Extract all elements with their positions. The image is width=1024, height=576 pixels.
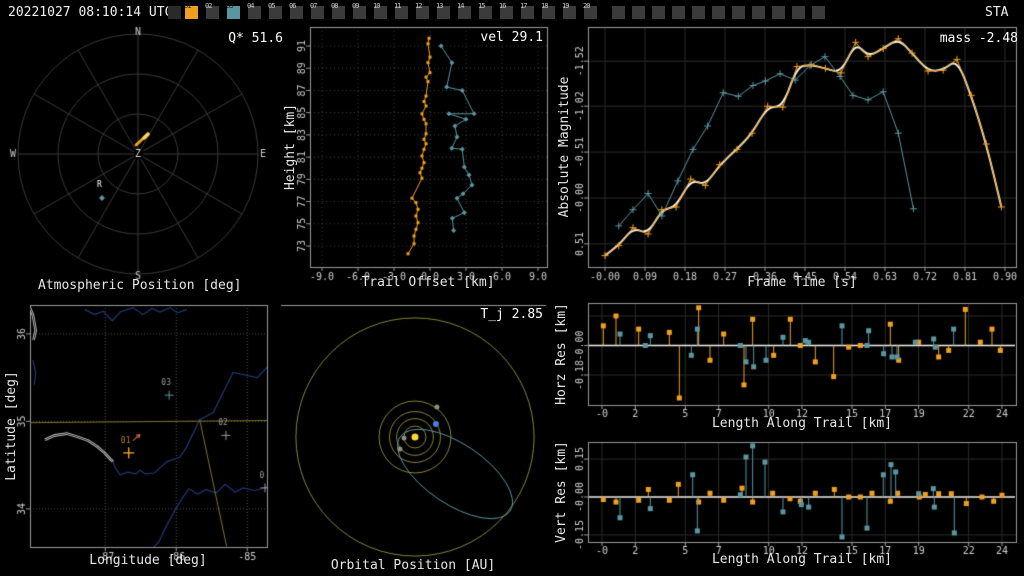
frame-box-extra-2[interactable] [632, 6, 645, 19]
frame-box-extra-4[interactable] [672, 6, 685, 19]
frame-box-number: 18 [541, 2, 549, 10]
frame-box-06[interactable]: 06 [289, 2, 303, 19]
app-screen: 20221027 08:10:14 UTC 01 02 03 04 05 06 07 08 09… [0, 0, 1024, 576]
frame-box-number: 03 [226, 2, 234, 10]
frame-box-14[interactable]: 14 [457, 2, 471, 19]
frame-box-extra-9[interactable] [772, 6, 785, 19]
frame-box-18[interactable]: 18 [541, 2, 555, 19]
frame-box-17[interactable]: 17 [520, 2, 534, 19]
panel-absolute-magnitude [552, 25, 1024, 297]
frame-box-number: 11 [394, 2, 402, 10]
frame-box-number: 09 [352, 2, 360, 10]
frame-box-number: 12 [415, 2, 423, 10]
frame-box-02[interactable]: 02 [205, 2, 219, 19]
frame-box-number: 16 [499, 2, 507, 10]
frame-box-15[interactable]: 15 [478, 2, 492, 19]
frame-box-extra-8[interactable] [752, 6, 765, 19]
frame-box-16[interactable]: 16 [499, 2, 513, 19]
frame-box-number: 02 [205, 2, 213, 10]
frame-box-number: 06 [289, 2, 297, 10]
frame-box-13[interactable]: 13 [436, 2, 450, 19]
panel-vert-residuals [552, 432, 1024, 576]
frame-box-extra-7[interactable] [732, 6, 745, 19]
frame-box-01[interactable]: 01 [184, 2, 198, 19]
frame-box-number: 17 [520, 2, 528, 10]
frame-box-extra-6[interactable] [712, 6, 725, 19]
frame-box-05[interactable]: 05 [268, 2, 282, 19]
frame-box-number: 14 [457, 2, 465, 10]
frame-box-number: 15 [478, 2, 486, 10]
panel-horz-residuals [552, 297, 1024, 429]
frame-box-number: 01 [184, 2, 192, 10]
frame-box-extra-10[interactable] [792, 6, 805, 19]
frame-box-number: 19 [562, 2, 570, 10]
panel-atmospheric-position [0, 25, 284, 297]
panel-ground-map [0, 297, 280, 576]
timestamp: 20221027 08:10:14 UTC [8, 5, 173, 20]
frame-box-04[interactable]: 04 [247, 2, 261, 19]
frame-box-09[interactable]: 09 [352, 2, 366, 19]
top-bar: 20221027 08:10:14 UTC 01 02 03 04 05 06 07 08 09… [0, 0, 1024, 25]
frame-box-extra-3[interactable] [652, 6, 665, 19]
frame-box-08[interactable]: 08 [331, 2, 345, 19]
frame-box-number: 08 [331, 2, 339, 10]
frame-box-number: 04 [247, 2, 255, 10]
frame-box-number: 13 [436, 2, 444, 10]
frame-box-10[interactable]: 10 [373, 2, 387, 19]
frame-box-extra-5[interactable] [692, 6, 705, 19]
frame-box-11[interactable]: 11 [394, 2, 408, 19]
frame-box-03[interactable]: 03 [226, 2, 240, 19]
frame-box-extra-1[interactable] [612, 6, 625, 19]
frame-box-12[interactable]: 12 [415, 2, 429, 19]
panel-trail-offset [281, 25, 547, 297]
frame-box-number: 07 [310, 2, 318, 10]
frame-box-07[interactable]: 07 [310, 2, 324, 19]
frame-box-19[interactable]: 19 [562, 2, 576, 19]
frame-box-20[interactable]: 20 [583, 2, 597, 19]
station-label: STA [985, 5, 1009, 20]
frame-box-number: 10 [373, 2, 381, 10]
frame-box-extra-11[interactable] [812, 6, 825, 19]
frame-box-number: 05 [268, 2, 276, 10]
panel-orbital-position [281, 297, 547, 576]
frame-box-blank[interactable] [168, 6, 181, 19]
frame-box-number: 20 [583, 2, 591, 10]
